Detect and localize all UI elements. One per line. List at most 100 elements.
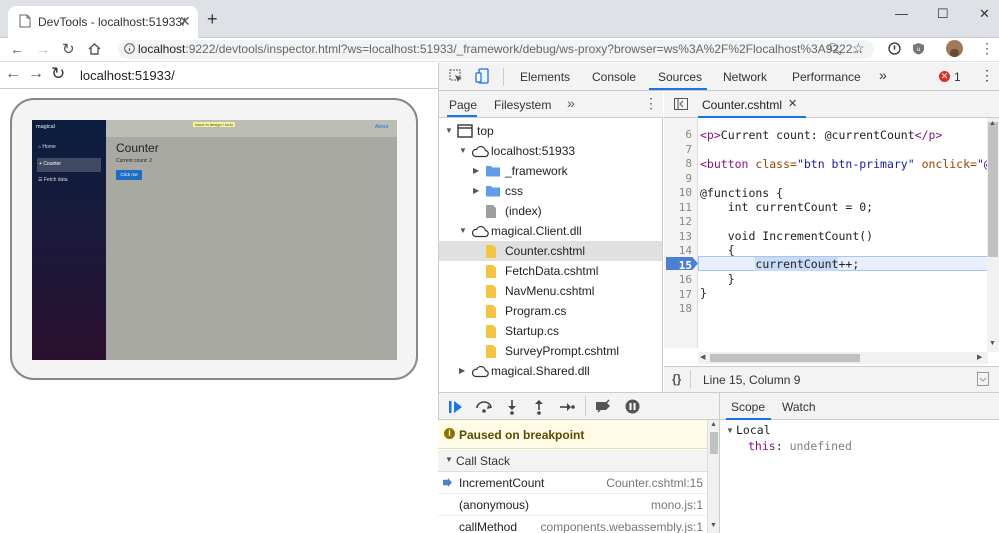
tab-elements[interactable]: Elements xyxy=(520,70,570,84)
window-close-icon[interactable]: ✕ xyxy=(979,6,990,22)
new-tab-button[interactable]: + xyxy=(207,9,218,30)
scroll-left-icon[interactable]: ◀ xyxy=(700,353,705,361)
collapse-arrow-icon[interactable]: ▼ xyxy=(459,226,467,235)
line-number[interactable]: 14 xyxy=(664,244,692,257)
profile-avatar[interactable] xyxy=(946,40,963,57)
ublock-icon[interactable]: u xyxy=(912,42,925,55)
app-nav-home[interactable]: ⌂ Home xyxy=(38,144,56,150)
call-stack-scrollbar[interactable]: ▲ ▼ xyxy=(707,420,719,533)
back-icon[interactable]: ← xyxy=(10,41,24,57)
line-number[interactable]: 13 xyxy=(664,230,692,243)
app-about-link[interactable]: About xyxy=(375,124,388,130)
call-stack-frame[interactable]: (anonymous) mono.js:1 xyxy=(438,494,707,516)
frame-location[interactable]: components.webassembly.js:1 xyxy=(540,520,703,533)
tab-watch[interactable]: Watch xyxy=(782,400,816,414)
collapse-arrow-icon[interactable]: ▼ xyxy=(445,126,453,135)
home-icon[interactable] xyxy=(88,43,101,55)
browser-menu-icon[interactable]: ⋮ xyxy=(980,40,994,57)
call-stack-frame[interactable]: callMethod components.webassembly.js:1 xyxy=(438,516,707,533)
pretty-print-icon[interactable]: {} xyxy=(672,372,681,386)
expand-arrow-icon[interactable]: ▶ xyxy=(459,366,465,375)
call-stack-header[interactable]: ▼ Call Stack xyxy=(438,450,707,472)
maximize-icon[interactable]: ☐ xyxy=(937,6,949,22)
deactivate-breakpoints-icon[interactable] xyxy=(595,399,613,413)
tree-item[interactable]: SurveyPrompt.cshtml xyxy=(439,341,662,361)
zoom-icon[interactable]: 🔍︎ xyxy=(827,42,842,56)
tab-scope[interactable]: Scope xyxy=(731,400,765,414)
scroll-up-icon[interactable]: ▲ xyxy=(989,120,996,127)
page-forward-icon[interactable]: → xyxy=(28,65,44,83)
navigator-menu-icon[interactable]: ⋮ xyxy=(644,95,658,112)
local-expand-icon[interactable]: ▼ xyxy=(726,426,734,435)
extension-icon[interactable] xyxy=(888,42,901,55)
close-tab-icon[interactable]: ✕ xyxy=(179,13,191,30)
line-number[interactable]: 12 xyxy=(664,215,692,228)
tree-item[interactable]: Program.cs xyxy=(439,301,662,321)
devtools-menu-icon[interactable]: ⋮ xyxy=(980,67,994,84)
line-number[interactable]: 15 xyxy=(664,259,692,272)
more-nav-tabs-icon[interactable]: » xyxy=(567,95,575,111)
editor-hscroll-thumb[interactable] xyxy=(710,354,860,362)
step-into-icon[interactable] xyxy=(506,399,518,415)
editor-vscroll-thumb[interactable] xyxy=(988,122,998,257)
pause-exceptions-icon[interactable] xyxy=(625,399,640,414)
line-number[interactable]: 6 xyxy=(664,128,692,141)
error-count[interactable]: 1 xyxy=(954,70,961,84)
line-number[interactable]: 8 xyxy=(664,157,692,170)
minimize-icon[interactable]: — xyxy=(895,6,908,21)
frame-location[interactable]: Counter.cshtml:15 xyxy=(606,476,703,490)
cs-scroll-up-icon[interactable]: ▲ xyxy=(710,421,717,428)
toggle-navigator-icon[interactable] xyxy=(674,98,688,110)
reload-icon[interactable]: ↻ xyxy=(62,40,75,58)
more-tabs-icon[interactable]: » xyxy=(879,67,887,83)
scope-local-label[interactable]: Local xyxy=(736,423,771,437)
address-bar[interactable]: localhost:9222/devtools/inspector.html?w… xyxy=(118,40,874,59)
inspect-element-icon[interactable] xyxy=(449,69,464,84)
app-brand[interactable]: magical xyxy=(36,124,55,130)
error-icon[interactable]: ✕ xyxy=(939,71,950,82)
expand-arrow-icon[interactable]: ▶ xyxy=(473,186,479,195)
cs-scroll-down-icon[interactable]: ▼ xyxy=(710,522,717,529)
tab-sources[interactable]: Sources xyxy=(658,70,702,84)
forward-icon[interactable]: → xyxy=(36,41,50,57)
call-stack-frame[interactable]: IncrementCount Counter.cshtml:15 xyxy=(438,472,707,494)
page-back-icon[interactable]: ← xyxy=(5,65,21,83)
editor-file-tab[interactable]: Counter.cshtml xyxy=(702,98,782,112)
collapse-arrow-icon[interactable]: ▼ xyxy=(459,146,467,155)
tab-filesystem[interactable]: Filesystem xyxy=(494,98,551,112)
resume-icon[interactable] xyxy=(448,400,464,414)
tab-network[interactable]: Network xyxy=(723,70,767,84)
app-nav-fetch[interactable]: ☰ Fetch data xyxy=(38,177,68,183)
step-out-icon[interactable] xyxy=(533,399,545,415)
tree-item[interactable]: ▼ localhost:51933 xyxy=(439,141,662,161)
close-file-icon[interactable]: ✕ xyxy=(788,97,797,110)
scroll-down-icon[interactable]: ▼ xyxy=(989,340,996,347)
call-stack-scroll-thumb[interactable] xyxy=(710,432,718,454)
tab-console[interactable]: Console xyxy=(592,70,636,84)
tree-item[interactable]: Startup.cs xyxy=(439,321,662,341)
app-nav-counter[interactable]: + Counter xyxy=(37,158,101,172)
tab-page[interactable]: Page xyxy=(449,98,477,112)
browser-tab[interactable]: DevTools - localhost:51933/ ✕ xyxy=(8,6,198,38)
device-toggle-icon[interactable] xyxy=(475,68,489,84)
step-icon[interactable] xyxy=(559,401,575,413)
line-number[interactable]: 11 xyxy=(664,201,692,214)
tree-item[interactable]: ▶ magical.Shared.dll xyxy=(439,361,662,381)
tab-performance[interactable]: Performance xyxy=(792,70,861,84)
coverage-icon[interactable] xyxy=(977,372,989,386)
step-over-icon[interactable] xyxy=(475,400,493,414)
expand-arrow-icon[interactable]: ▶ xyxy=(473,166,479,175)
line-number[interactable]: 16 xyxy=(664,273,692,286)
bookmark-star-icon[interactable]: ☆ xyxy=(852,40,865,57)
frame-location[interactable]: mono.js:1 xyxy=(651,498,703,512)
tree-item[interactable]: ▶ css xyxy=(439,181,662,201)
tree-item[interactable]: Counter.cshtml xyxy=(439,241,662,261)
line-number[interactable]: 18 xyxy=(664,302,692,315)
page-reload-icon[interactable]: ↻ xyxy=(51,64,65,84)
tree-item[interactable]: NavMenu.cshtml xyxy=(439,281,662,301)
tree-item[interactable]: ▼ magical.Client.dll xyxy=(439,221,662,241)
tree-item[interactable]: ▼ top xyxy=(439,121,662,141)
line-number[interactable]: 10 xyxy=(664,186,692,199)
line-number[interactable]: 17 xyxy=(664,288,692,301)
scroll-right-icon[interactable]: ▶ xyxy=(977,353,982,361)
